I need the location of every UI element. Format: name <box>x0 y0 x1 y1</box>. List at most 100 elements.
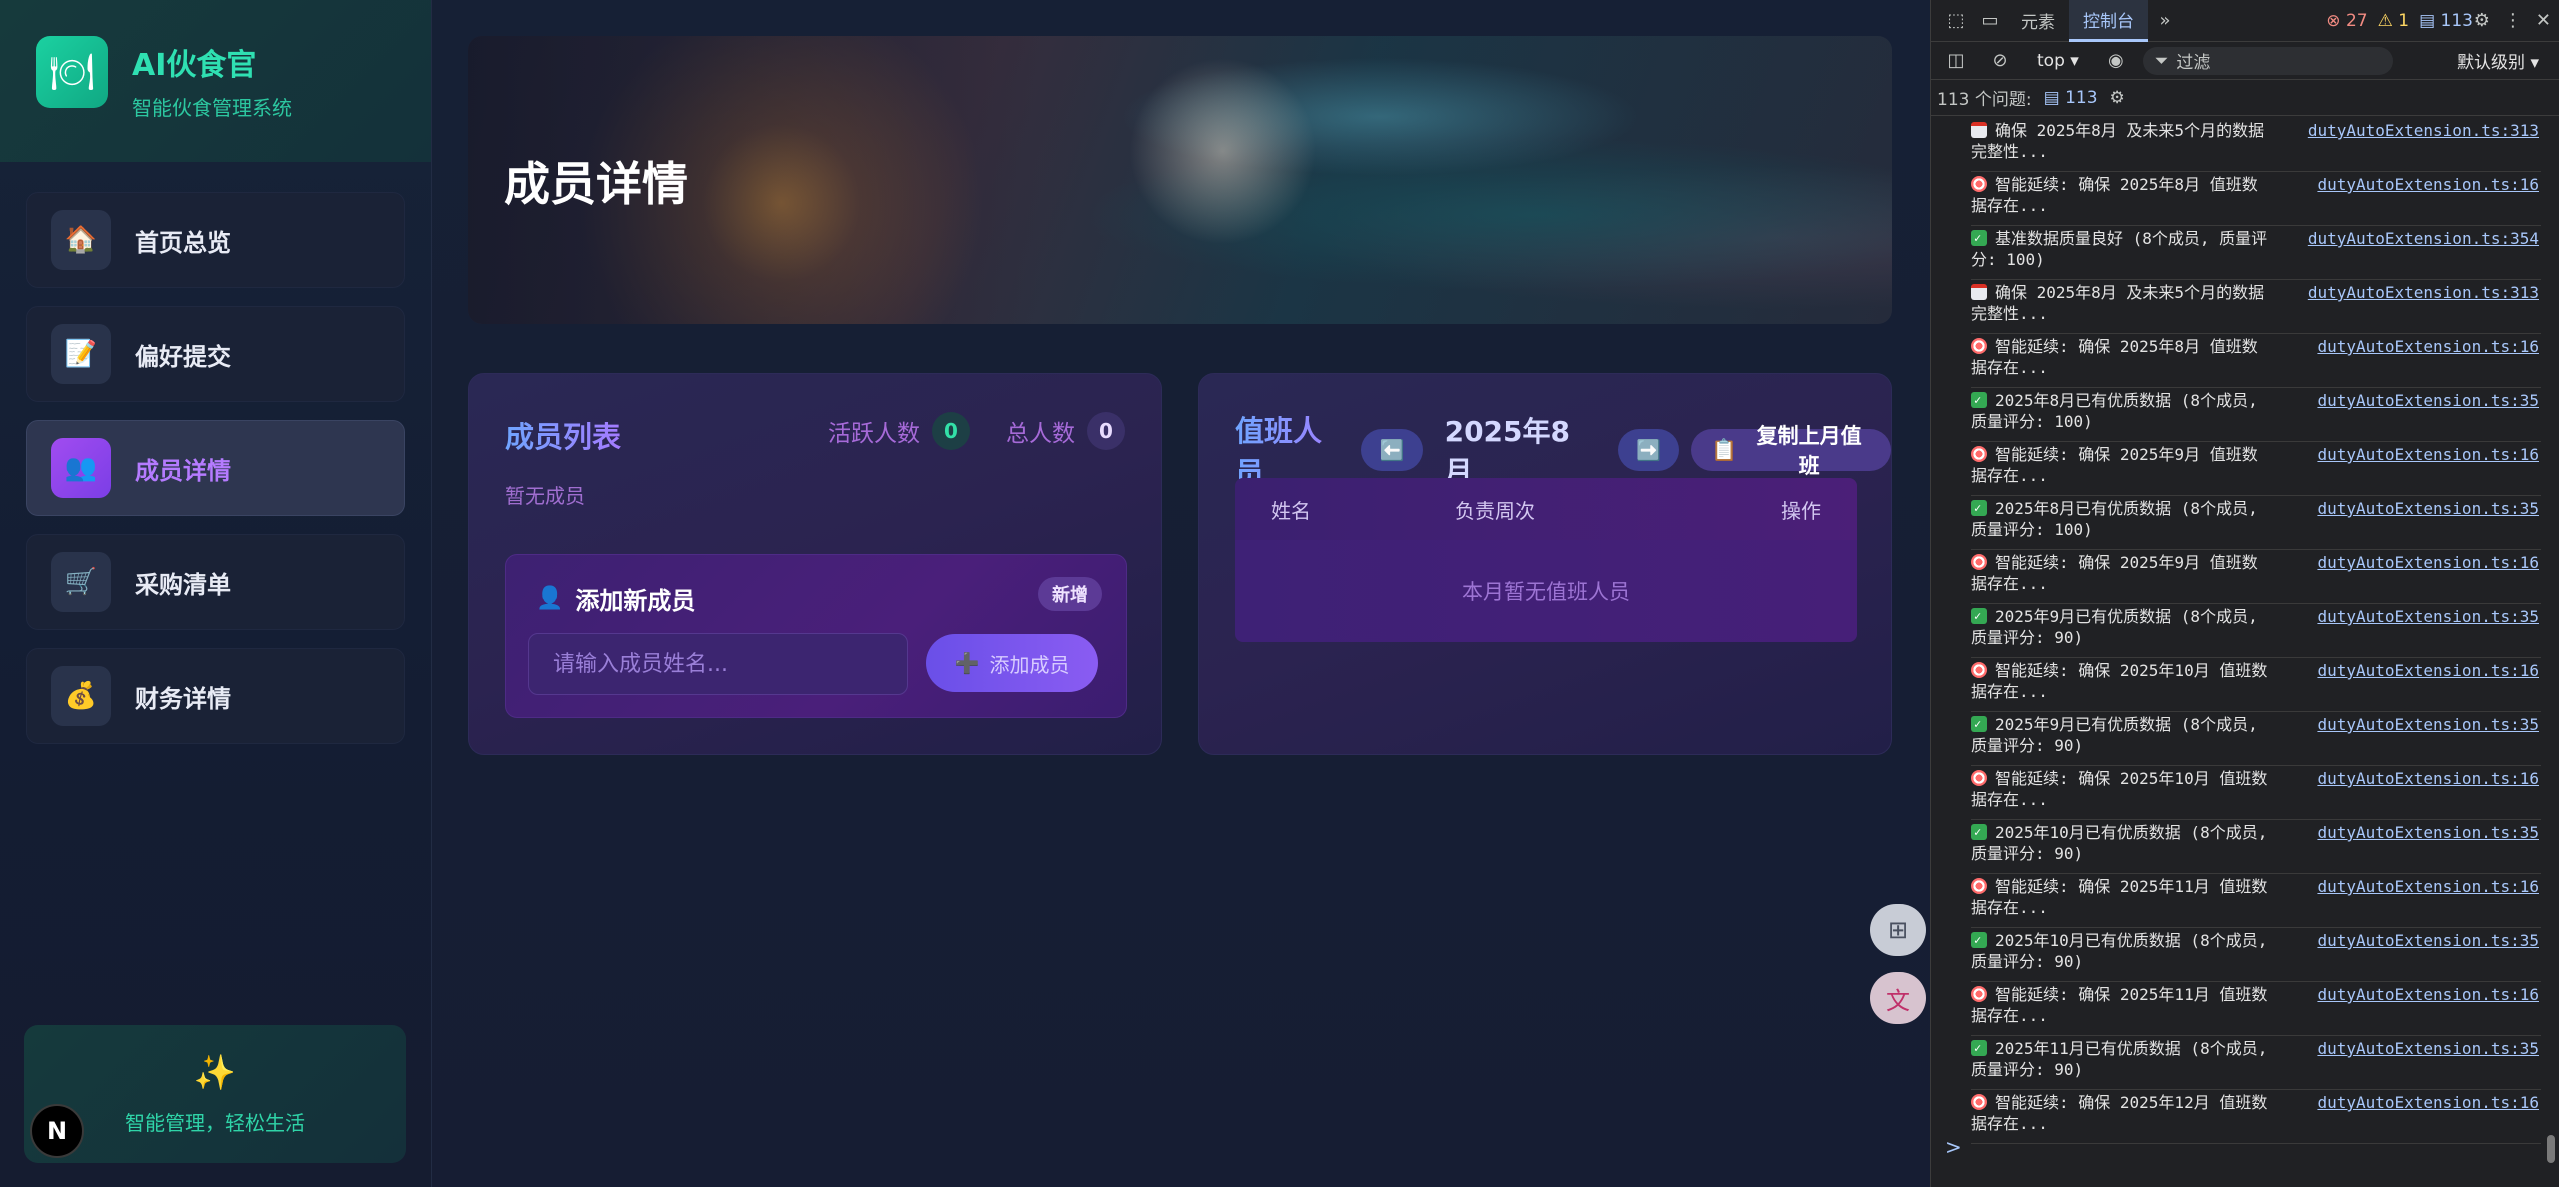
console-log-row: 智能延续: 确保 2025年11月 值班数据存在... dutyAutoExten… <box>1971 874 2541 928</box>
console-source-link[interactable]: dutyAutoExtension.ts:16 <box>2317 768 2539 789</box>
console-log-message: 智能延续: 确保 2025年11月 值班数据存在... <box>1971 985 2268 1025</box>
sidebar-item-preferences[interactable]: 📝 偏好提交 <box>26 306 405 402</box>
brand-header: 🍽 AI伙食官 智能伙食管理系统 <box>0 0 431 162</box>
issues-settings-icon[interactable]: ⚙ <box>2110 88 2125 108</box>
error-count: ⊗ 27 <box>2326 10 2368 31</box>
column-header-actions: 操作 <box>1781 498 1821 523</box>
console-source-link[interactable]: dutyAutoExtension.ts:16 <box>2317 552 2539 573</box>
info-count: ▤ 113 <box>2419 10 2473 31</box>
console-log-message: 智能延续: 确保 2025年9月 值班数据存在... <box>1971 445 2258 485</box>
member-name-input[interactable] <box>528 633 908 695</box>
device-toggle-icon[interactable]: ▭ <box>1973 10 2007 31</box>
inspect-icon[interactable]: ⬚ <box>1939 10 1973 31</box>
console-source-link[interactable]: dutyAutoExtension.ts:16 <box>2317 660 2539 681</box>
prev-month-button[interactable]: ⬅️ <box>1361 429 1423 471</box>
context-select[interactable]: top ▾ <box>2027 51 2089 71</box>
console-source-link[interactable]: dutyAutoExtension.ts:313 <box>2308 120 2539 141</box>
add-member-button[interactable]: ➕ 添加成员 <box>926 634 1098 692</box>
console-log-message: 2025年9月已有优质数据 (8个成员, 质量评分: 90) <box>1971 715 2258 755</box>
console-log-text: 智能延续: 确保 2025年11月 值班数据存在... <box>1971 984 2271 1026</box>
tab-console[interactable]: 控制台 <box>2069 0 2148 42</box>
copy-last-month-button[interactable]: 📋 复制上月值班 <box>1691 424 1892 478</box>
sidebar-item-finance[interactable]: 💰 财务详情 <box>26 648 405 744</box>
console-source-link[interactable]: dutyAutoExtension.ts:16 <box>2317 876 2539 897</box>
more-tabs-icon[interactable]: » <box>2148 10 2182 31</box>
clipboard-icon: 📋 <box>1711 437 1738 462</box>
console-log-text: 2025年8月已有优质数据 (8个成员, 质量评分: 100) <box>1971 390 2271 432</box>
floating-apps-button[interactable]: ⊞ <box>1870 904 1926 956</box>
console-log-text: 智能延续: 确保 2025年10月 值班数据存在... <box>1971 660 2271 702</box>
console-log-row: 确保 2025年8月 及未来5个月的数据完整性... dutyAutoExtens… <box>1971 118 2541 172</box>
duty-table-header: 姓名 负责周次 操作 <box>1235 478 1857 540</box>
house-icon: 🏠 <box>51 210 111 270</box>
console-source-link[interactable]: dutyAutoExtension.ts:16 <box>2317 174 2539 195</box>
console-source-link[interactable]: dutyAutoExtension.ts:35 <box>2317 498 2539 519</box>
console-log-text: 智能延续: 确保 2025年11月 值班数据存在... <box>1971 876 2271 918</box>
sidebar-item-home[interactable]: 🏠 首页总览 <box>26 192 405 288</box>
devtools-counts[interactable]: ⊗ 27 ⚠ 1 ▤ 113 <box>2326 11 2473 31</box>
console-source-link[interactable]: dutyAutoExtension.ts:35 <box>2317 930 2539 951</box>
active-count-badge: 0 <box>932 412 970 450</box>
sidebar-toggle-icon[interactable]: ◫ <box>1939 50 1973 71</box>
console-source-link[interactable]: dutyAutoExtension.ts:35 <box>2317 1038 2539 1059</box>
floating-translate-button[interactable]: 文 <box>1870 972 1926 1024</box>
console-source-link[interactable]: dutyAutoExtension.ts:16 <box>2317 336 2539 357</box>
sidebar-item-members[interactable]: 👥 成员详情 <box>26 420 405 516</box>
console-filter-input[interactable]: ⏷ 过滤 <box>2142 46 2393 75</box>
sidebar-item-shopping[interactable]: 🛒 采购清单 <box>26 534 405 630</box>
issues-label: 113 个问题: <box>1937 90 2032 110</box>
close-icon[interactable]: ✕ <box>2536 10 2551 31</box>
devtools-window-controls: ⚙ ⋮ ✕ <box>2474 10 2551 31</box>
check-icon <box>1971 1038 1987 1059</box>
console-log-message: 智能延续: 确保 2025年9月 值班数据存在... <box>1971 553 2258 593</box>
console-log-list: 确保 2025年8月 及未来5个月的数据完整性... dutyAutoExtens… <box>1931 118 2559 1145</box>
console-log-row: 智能延续: 确保 2025年8月 值班数据存在... dutyAutoExtens… <box>1971 334 2541 388</box>
console-scrollbar[interactable] <box>2547 1135 2555 1163</box>
user-icon: 👤 <box>536 586 564 611</box>
console-source-link[interactable]: dutyAutoExtension.ts:35 <box>2317 714 2539 735</box>
console-source-link[interactable]: dutyAutoExtension.ts:35 <box>2317 606 2539 627</box>
issues-count-button[interactable]: ▤ 113 <box>2044 88 2098 108</box>
console-log-message: 智能延续: 确保 2025年10月 值班数据存在... <box>1971 769 2268 809</box>
brand-text: AI伙食官 智能伙食管理系统 <box>132 36 292 121</box>
console-source-link[interactable]: dutyAutoExtension.ts:354 <box>2308 228 2539 249</box>
issues-count-value: 113 <box>2065 87 2098 108</box>
filter-placeholder: 过滤 <box>2176 53 2211 73</box>
log-level-value: 默认级别 <box>2457 53 2526 73</box>
console-log-row: 智能延续: 确保 2025年10月 值班数据存在... dutyAutoExten… <box>1971 766 2541 820</box>
sidebar-item-label: 首页总览 <box>135 228 231 257</box>
nextjs-devtools-badge[interactable]: N <box>30 1104 84 1158</box>
console-log-row: 基准数据质量良好 (8个成员, 质量评分: 100) dutyAutoExtens… <box>1971 226 2541 280</box>
tab-elements[interactable]: 元素 <box>2007 8 2069 33</box>
clear-console-icon[interactable]: ⊘ <box>1983 50 2017 71</box>
console-source-link[interactable]: dutyAutoExtension.ts:35 <box>2317 390 2539 411</box>
console-source-link[interactable]: dutyAutoExtension.ts:16 <box>2317 444 2539 465</box>
console-log-row: 智能延续: 确保 2025年9月 值班数据存在... dutyAutoExtens… <box>1971 442 2541 496</box>
next-month-button[interactable]: ➡️ <box>1617 429 1680 471</box>
console-source-link[interactable]: dutyAutoExtension.ts:35 <box>2317 822 2539 843</box>
add-member-panel: 👤 添加新成员 新增 ➕ 添加成员 <box>505 554 1127 718</box>
console-log-text: 智能延续: 确保 2025年8月 值班数据存在... <box>1971 336 2271 378</box>
eye-icon[interactable]: ◉ <box>2099 50 2133 71</box>
console-source-link[interactable]: dutyAutoExtension.ts:313 <box>2308 282 2539 303</box>
console-log-text: 智能延续: 确保 2025年10月 值班数据存在... <box>1971 768 2271 810</box>
info-count-value: 113 <box>2440 10 2473 31</box>
target-icon <box>1971 986 1987 1002</box>
console-prompt[interactable]: > <box>1945 1135 1962 1159</box>
console-log-message: 2025年8月已有优质数据 (8个成员, 质量评分: 100) <box>1971 391 2258 431</box>
console-log-text: 2025年9月已有优质数据 (8个成员, 质量评分: 90) <box>1971 606 2271 648</box>
console-log-row: 2025年10月已有优质数据 (8个成员, 质量评分: 90) dutyAutoE… <box>1971 928 2541 982</box>
settings-gear-icon[interactable]: ⚙ <box>2474 10 2490 31</box>
hero-banner: 成员详情 <box>468 36 1892 324</box>
console-log-row: 确保 2025年8月 及未来5个月的数据完整性... dutyAutoExtens… <box>1971 280 2541 334</box>
console-log-text: 智能延续: 确保 2025年8月 值班数据存在... <box>1971 174 2271 216</box>
warning-count-value: 1 <box>2398 10 2410 31</box>
log-level-select[interactable]: 默认级别 ▾ <box>2457 48 2539 73</box>
kebab-menu-icon[interactable]: ⋮ <box>2504 10 2522 31</box>
console-source-link[interactable]: dutyAutoExtension.ts:16 <box>2317 984 2539 1005</box>
active-count-label: 活跃人数 <box>828 421 920 447</box>
target-icon <box>1971 338 1987 354</box>
console-log-row: 2025年8月已有优质数据 (8个成员, 质量评分: 100) dutyAutoE… <box>1971 388 2541 442</box>
console-log-message: 智能延续: 确保 2025年8月 值班数据存在... <box>1971 337 2258 377</box>
console-source-link[interactable]: dutyAutoExtension.ts:16 <box>2317 1092 2539 1113</box>
